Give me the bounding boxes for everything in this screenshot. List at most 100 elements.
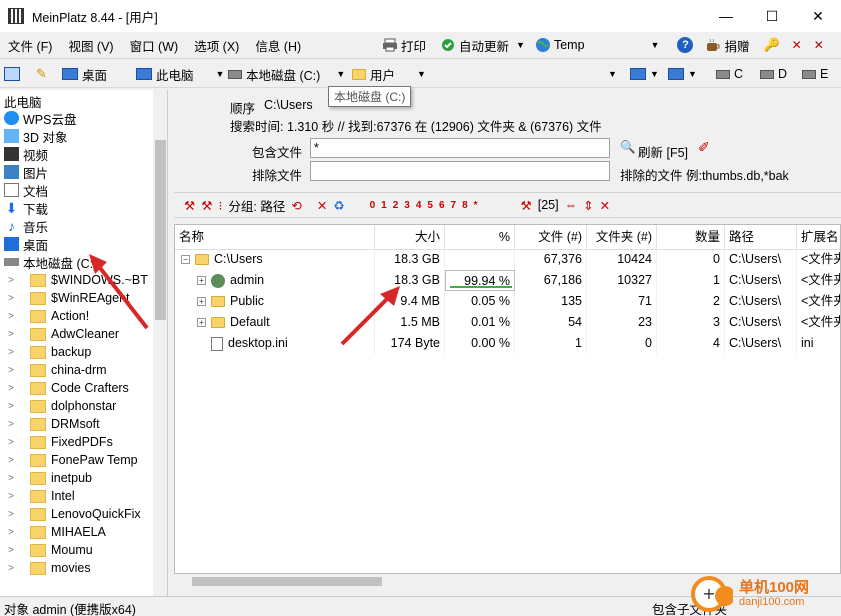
display-button-1[interactable]: ▼ [630,63,659,85]
chevron-right-icon[interactable]: > [4,347,18,358]
tree-item-local-disk[interactable]: 本地磁盘 (C:) [4,253,97,271]
col-size[interactable]: 大小 [375,225,445,250]
key-icon[interactable]: 🔑 [763,37,779,53]
col-name[interactable]: 名称 [175,225,375,250]
addr-desktop[interactable]: 桌面 ▼ [62,63,144,85]
tree-child[interactable]: > FixedPDFs [4,433,113,451]
level-8-button[interactable]: 8 [462,196,468,214]
close-button[interactable]: ✕ [795,0,841,32]
tree-item-documents[interactable]: 文档 [4,181,48,199]
tree-child[interactable]: > china-drm [4,361,107,379]
sync-icon[interactable]: ⟲ [291,196,301,214]
close-all-icon[interactable]: ✕ [792,38,802,52]
scroll-thumb[interactable] [192,577,382,586]
magic-wand-icon[interactable]: ✐ [698,139,710,156]
col-ext[interactable]: 扩展名 [797,225,840,250]
table-row[interactable]: + admin 18.3 GB 99.94 % 67,186 10327 1 C… [175,270,840,291]
chevron-right-icon[interactable]: > [4,437,18,448]
chevron-right-icon[interactable]: > [4,329,18,340]
drive-d-button[interactable]: D [760,63,787,85]
tree-child[interactable]: > movies [4,559,91,577]
chevron-right-icon[interactable]: > [4,275,18,286]
display-button-2[interactable]: ▼ [668,63,697,85]
explore-button[interactable]: ✎ [36,63,47,85]
chevron-right-icon[interactable]: > [4,293,18,304]
tree-root-this-pc[interactable]: 此电脑 [4,92,42,110]
chevron-down-icon[interactable]: ▼ [336,69,345,79]
chevron-right-icon[interactable]: > [4,509,18,520]
close-window-icon[interactable]: ✕ [814,38,824,52]
count-button[interactable]: [25] [538,196,559,214]
expand-toggle[interactable]: + [197,297,206,306]
addr-this-pc[interactable]: 此电脑 ▼ [136,63,224,85]
level-0-button[interactable]: 0 [370,196,376,214]
chevron-right-icon[interactable]: > [4,365,18,376]
menu-options[interactable]: 选项 (X) [186,36,247,55]
scroll-thumb[interactable] [155,140,166,320]
level-7-button[interactable]: 7 [451,196,457,214]
delete-icon[interactable]: ✕ [317,196,327,214]
level-6-button[interactable]: 6 [439,196,445,214]
level-3-button[interactable]: 3 [404,196,410,214]
drive-e-button[interactable]: E [802,63,828,85]
table-row[interactable]: + Public 9.4 MB 0.05 % 135 71 2 C:\Users… [175,291,840,312]
col-percent[interactable]: % [445,225,515,250]
chevron-right-icon[interactable]: > [4,545,18,556]
addr-user[interactable]: 用户 ▼ [352,63,426,85]
level-all-button[interactable]: * [474,196,478,214]
group-by-path-button[interactable]: 分组: 路径 [228,196,285,214]
minimize-button[interactable]: — [703,0,749,32]
chevron-right-icon[interactable]: > [4,383,18,394]
chevron-right-icon[interactable]: > [4,473,18,484]
maximize-button[interactable]: ☐ [749,0,795,32]
refresh-button[interactable]: 刷新 [F5] [638,142,688,161]
chevron-right-icon[interactable]: > [4,563,18,574]
table-row[interactable]: desktop.ini 174 Byte 0.00 % 1 0 4 C:\Use… [175,333,840,354]
tree-item-music[interactable]: ♪ 音乐 [4,217,48,235]
level-1-button[interactable]: 1 [381,196,387,214]
recycle-icon[interactable]: ♻ [333,196,344,214]
donate-button[interactable]: 捐赠 [705,36,749,55]
col-count[interactable]: 数量 [657,225,725,250]
addr-local-disk[interactable]: 本地磁盘 (C:) ▼ [228,63,345,85]
sidebar-scrollbar[interactable] [153,90,167,596]
temp-button[interactable]: Temp [535,37,585,53]
expand-toggle[interactable]: + [197,276,206,285]
include-files-input[interactable]: * [310,138,610,158]
level-5-button[interactable]: 5 [427,196,433,214]
chevron-right-icon[interactable]: > [4,527,18,538]
exclude-files-input[interactable] [310,161,610,181]
tree-child[interactable]: > MIHAELA [4,523,106,541]
table-row[interactable]: + Default 1.5 MB 0.01 % 54 23 3 C:\Users… [175,312,840,333]
tree-child[interactable]: > Code Crafters [4,379,129,397]
help-icon[interactable]: ? [677,37,694,53]
level-4-button[interactable]: 4 [416,196,422,214]
tree-child[interactable]: > $WINDOWS.~BT [4,271,148,289]
collapse-toggle[interactable]: − [181,255,190,264]
tree-child[interactable]: > backup [4,343,91,361]
chevron-right-icon[interactable]: > [4,419,18,430]
tree-child[interactable]: > $WinREAgent [4,289,129,307]
move-icon[interactable]: ⇕ [583,196,593,214]
tree-item-3d[interactable]: 3D 对象 [4,127,67,145]
tree-child[interactable]: > LenovoQuickFix [4,505,141,523]
menu-window[interactable]: 窗口 (W) [122,36,187,55]
collapse-icon[interactable]: ⚒ [184,196,195,214]
expand-toggle[interactable]: + [197,318,206,327]
search-icon[interactable]: 🔍 [620,140,636,155]
tree-child[interactable]: > inetpub [4,469,92,487]
chevron-right-icon[interactable]: > [4,491,18,502]
drive-c-button[interactable]: C [716,63,743,85]
auto-update-button[interactable]: 自动更新 ▼ [440,36,525,55]
chevron-down-icon[interactable]: ▼ [417,69,426,79]
tree-item-wps[interactable]: WPS云盘 [4,109,76,127]
level-2-button[interactable]: 2 [393,196,399,214]
tree-item-desktop[interactable]: 桌面 [4,235,48,253]
tree-item-videos[interactable]: 视频 [4,145,48,163]
view-toggle-button[interactable] [4,63,20,85]
tree-child[interactable]: > DRMsoft [4,415,100,433]
col-folders[interactable]: 文件夹 (#) [587,225,657,250]
tree-item-downloads[interactable]: ⬇ 下载 [4,199,48,217]
tree-item-pictures[interactable]: 图片 [4,163,48,181]
tree-child[interactable]: > FonePaw Temp [4,451,138,469]
